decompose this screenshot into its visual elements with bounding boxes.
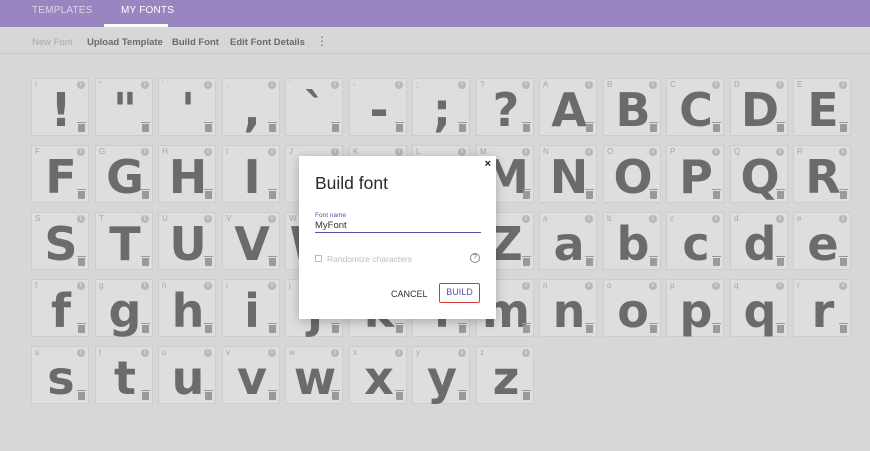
randomize-label: Randomize characters [327, 254, 413, 264]
font-name-label: Font name [315, 212, 347, 219]
dialog-title: Build font [315, 173, 388, 193]
help-icon[interactable]: ? [470, 253, 480, 263]
close-icon[interactable]: × [485, 158, 491, 170]
cancel-button[interactable]: CANCEL [391, 289, 428, 299]
build-font-dialog: × Build font Font name Randomize charact… [299, 156, 496, 319]
randomize-checkbox[interactable] [315, 255, 322, 262]
build-button[interactable]: BUILD [439, 283, 480, 303]
font-name-input[interactable] [315, 219, 481, 233]
